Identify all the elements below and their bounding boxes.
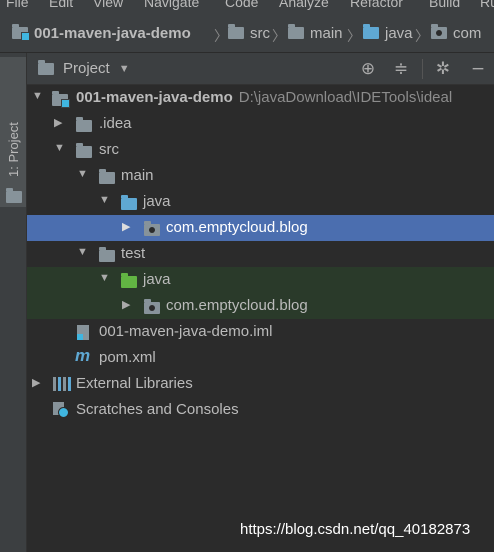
project-tree: ▼ 001-maven-java-demo D:\javaDownload\IDE…	[27, 85, 494, 552]
tree-node-main-java[interactable]: ▼ java	[27, 189, 494, 215]
settings-icon[interactable]: ✲	[432, 58, 454, 80]
breadcrumb-project-label: 001-maven-java-demo	[34, 24, 191, 42]
module-folder-icon	[52, 91, 70, 108]
breadcrumb-src[interactable]: src	[228, 23, 270, 43]
collapsed-arrow-icon: ▶	[122, 221, 131, 233]
tree-node-label: .idea	[99, 115, 132, 132]
menu-build[interactable]: Build	[429, 0, 460, 10]
expanded-arrow-icon: ▼	[32, 90, 43, 102]
folder-icon	[99, 169, 115, 184]
collapsed-arrow-icon: ▶	[32, 377, 41, 389]
module-folder-icon	[12, 24, 30, 41]
project-tool-tab[interactable]: 1: Project	[0, 57, 26, 207]
tree-node-main[interactable]: ▼ main	[27, 163, 494, 189]
breadcrumb-separator-icon: 〉	[347, 29, 361, 45]
maven-icon: m	[75, 346, 91, 365]
tree-node-pom[interactable]: m pom.xml	[27, 345, 494, 371]
source-folder-icon	[121, 195, 137, 210]
breadcrumb-separator-icon: 〉	[272, 29, 286, 45]
tree-node-label: src	[99, 141, 119, 158]
expanded-arrow-icon: ▼	[77, 246, 88, 258]
tree-node-test[interactable]: ▼ test	[27, 241, 494, 267]
source-folder-icon	[363, 24, 379, 39]
folder-icon	[76, 143, 92, 158]
toolbar-divider	[422, 59, 423, 79]
package-icon	[431, 24, 447, 39]
test-source-folder-icon	[121, 273, 137, 288]
chevron-down-icon: ▼	[118, 62, 130, 75]
tree-node-label: com.emptycloud.blog	[166, 297, 308, 314]
tree-node-idea[interactable]: ▶ .idea	[27, 111, 494, 137]
folder-icon	[228, 24, 244, 39]
menu-code[interactable]: Code	[225, 0, 258, 10]
breadcrumb-com-label: com	[453, 24, 482, 42]
breadcrumb-separator-icon: 〉	[214, 29, 228, 45]
tree-node-label: 001-maven-java-demo	[76, 89, 233, 106]
menu-navigate[interactable]: Navigate	[144, 0, 199, 10]
menu-bar: File Edit View Navigate Code Analyze Ref…	[0, 0, 494, 14]
collapsed-arrow-icon: ▶	[54, 117, 63, 129]
project-panel-header: Project ▼ ⊕ ≑ ✲ −	[27, 53, 494, 85]
tree-node-label: 001-maven-java-demo.iml	[99, 323, 273, 340]
locate-icon[interactable]: ⊕	[357, 58, 379, 80]
folder-icon	[38, 59, 54, 75]
tree-node-scratches[interactable]: Scratches and Consoles	[27, 397, 494, 423]
libraries-icon	[53, 377, 71, 391]
project-tool-tab-label: 1: Project	[6, 122, 21, 177]
collapsed-arrow-icon: ▶	[122, 299, 131, 311]
tree-node-label: test	[121, 245, 146, 262]
breadcrumb-project[interactable]: 001-maven-java-demo	[12, 23, 191, 43]
tree-node-iml-file[interactable]: 001-maven-java-demo.iml	[27, 319, 494, 345]
expanded-arrow-icon: ▼	[77, 168, 88, 180]
tree-node-src[interactable]: ▼ src	[27, 137, 494, 163]
folder-icon	[99, 247, 115, 262]
breadcrumb-src-label: src	[250, 24, 270, 42]
tree-node-test-package[interactable]: ▶ com.emptycloud.blog	[27, 293, 494, 319]
navigation-bar: 001-maven-java-demo 〉 src 〉 main 〉 java …	[0, 14, 494, 53]
menu-analyze[interactable]: Analyze	[279, 0, 329, 10]
left-tool-sidebar: 1: Project	[0, 53, 27, 552]
breadcrumb-java[interactable]: java	[363, 23, 413, 43]
panel-title: Project	[63, 60, 110, 77]
tree-node-label: java	[143, 193, 171, 210]
tree-node-label: pom.xml	[99, 349, 156, 366]
watermark-text: https://blog.csdn.net/qq_40182873	[240, 521, 471, 538]
package-icon	[144, 221, 160, 236]
expanded-arrow-icon: ▼	[99, 272, 110, 284]
tree-node-label: main	[121, 167, 154, 184]
menu-refactor[interactable]: Refactor	[350, 0, 403, 10]
menu-run[interactable]: Ru	[480, 0, 494, 10]
menu-file[interactable]: File	[6, 0, 29, 10]
tree-node-main-package[interactable]: ▶ com.emptycloud.blog	[27, 215, 494, 241]
tree-node-label: com.emptycloud.blog	[166, 219, 308, 236]
breadcrumb-main[interactable]: main	[288, 23, 343, 43]
project-view-selector[interactable]: Project ▼	[38, 59, 130, 77]
tree-node-project-root[interactable]: ▼ 001-maven-java-demo D:\javaDownload\IDE…	[27, 85, 494, 111]
menu-edit[interactable]: Edit	[49, 0, 73, 10]
expanded-arrow-icon: ▼	[54, 142, 65, 154]
breadcrumb-main-label: main	[310, 24, 343, 42]
breadcrumb-com[interactable]: com	[431, 23, 481, 43]
menu-view[interactable]: View	[93, 0, 123, 10]
package-icon	[144, 299, 160, 314]
expanded-arrow-icon: ▼	[99, 194, 110, 206]
tree-node-label: External Libraries	[76, 375, 193, 392]
tree-node-external-libraries[interactable]: ▶ External Libraries	[27, 371, 494, 397]
hide-icon[interactable]: −	[467, 58, 489, 80]
tree-node-test-java[interactable]: ▼ java	[27, 267, 494, 293]
tree-node-label: java	[143, 271, 171, 288]
project-path: D:\javaDownload\IDETools\ideal	[238, 89, 453, 106]
breadcrumb-separator-icon: 〉	[415, 29, 429, 45]
folder-icon	[288, 24, 304, 39]
breadcrumb-java-label: java	[385, 24, 413, 42]
folder-icon	[6, 188, 22, 203]
folder-icon	[76, 117, 92, 132]
collapse-all-icon[interactable]: ≑	[390, 58, 412, 80]
tree-node-label: Scratches and Consoles	[76, 401, 239, 418]
iml-file-icon	[77, 325, 89, 340]
scratches-icon	[53, 402, 69, 418]
